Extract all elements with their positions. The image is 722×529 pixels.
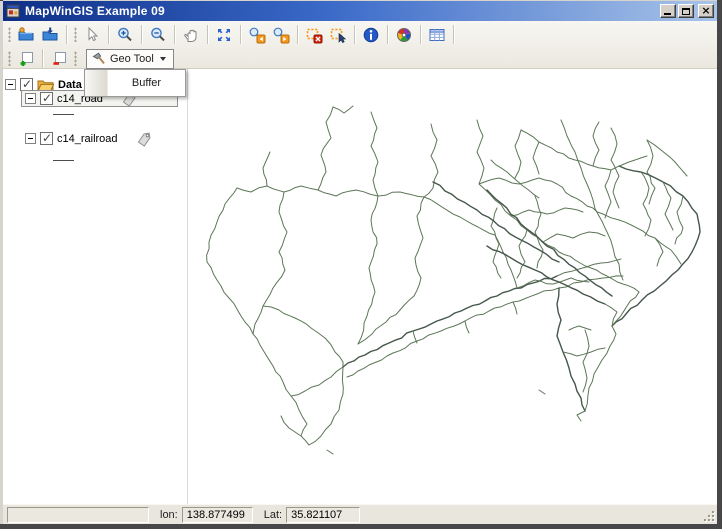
symbology-palette-icon [395, 26, 413, 44]
geo-tool-label: Geo Tool [110, 53, 154, 65]
menu-icon-gutter [85, 70, 108, 96]
status-panel [7, 507, 149, 523]
menu-item-buffer[interactable]: Buffer [108, 70, 185, 96]
geo-tool-dropdown-button[interactable]: Geo Tool [86, 49, 174, 69]
toolbar-separator [66, 25, 67, 44]
toolbar-separator [387, 25, 388, 44]
geo-tool-menu: Buffer [84, 69, 186, 97]
toolbar-grip[interactable] [74, 51, 77, 66]
zoom-previous-icon [248, 26, 266, 44]
zoom-out-button[interactable] [146, 23, 170, 46]
attribute-table-button[interactable] [425, 23, 449, 46]
window-frame: MapWinGIS Example 09 × [3, 1, 717, 524]
add-layer-icon [17, 50, 35, 68]
minus-icon [28, 98, 33, 99]
add-layer-button[interactable] [14, 47, 38, 70]
toolbar-separator [297, 25, 298, 44]
clear-selection-button[interactable] [302, 23, 326, 46]
hammer-icon [91, 51, 106, 66]
toolbar-separator [108, 25, 109, 44]
toolbar-separator [141, 25, 142, 44]
toolbar-separator [174, 25, 175, 44]
zoom-out-icon [149, 26, 167, 44]
layer-row-railroad[interactable]: ✓ c14_railroad [21, 130, 178, 147]
road-symbol-line [53, 114, 74, 115]
check-icon: ✓ [22, 77, 32, 91]
pan-button[interactable] [179, 23, 203, 46]
toolbar: Geo Tool [3, 21, 717, 69]
minus-icon [28, 138, 33, 139]
toolbar-grip[interactable] [8, 27, 11, 42]
map-svg [188, 69, 717, 504]
layer-checkbox[interactable]: ✓ [40, 92, 53, 105]
toolbar-separator [354, 25, 355, 44]
close-button[interactable]: × [698, 4, 714, 18]
identify-button[interactable] [359, 23, 383, 46]
check-icon: ✓ [42, 91, 52, 105]
tag-icon[interactable] [134, 129, 153, 148]
add-data-folder-icon [41, 26, 59, 44]
app-window: MapWinGIS Example 09 × [0, 0, 722, 529]
resize-grip[interactable] [702, 509, 715, 522]
lat-value-box: 35.821107 [286, 507, 360, 523]
lon-value-box: 138.877499 [182, 507, 253, 523]
toolbar-separator [207, 25, 208, 44]
pan-hand-icon [182, 26, 200, 44]
toolbar-grip[interactable] [74, 27, 77, 42]
zoom-next-button[interactable] [269, 23, 293, 46]
symbology-button[interactable] [392, 23, 416, 46]
add-data-button[interactable] [38, 23, 62, 46]
toolbar-separator [453, 25, 454, 44]
lon-label: lon: [160, 509, 178, 521]
zoom-in-icon [116, 26, 134, 44]
attribute-table-icon [428, 26, 446, 44]
expand-toggle[interactable] [25, 133, 36, 144]
remove-layer-button[interactable] [47, 47, 71, 70]
expand-toggle[interactable] [25, 93, 36, 104]
root-label[interactable]: Data [58, 79, 82, 91]
cursor-icon [83, 26, 101, 44]
select-features-icon [329, 26, 347, 44]
zoom-previous-button[interactable] [245, 23, 269, 46]
expand-toggle[interactable] [5, 79, 16, 90]
toolbar-separator [42, 49, 43, 68]
maximize-button[interactable] [678, 4, 694, 18]
check-icon: ✓ [42, 131, 52, 145]
titlebar[interactable]: MapWinGIS Example 09 × [3, 1, 717, 21]
zoom-next-icon [272, 26, 290, 44]
lat-label: Lat: [264, 509, 282, 521]
toolbar-separator [240, 25, 241, 44]
map-canvas[interactable] [188, 69, 717, 504]
legend-panel: ✓ Data ✓ c14_road ✓ c14_r [3, 69, 188, 504]
toolbar-separator [420, 25, 421, 44]
statusbar: lon: 138.877499 Lat: 35.821107 [3, 504, 717, 524]
window-title: MapWinGIS Example 09 [25, 4, 655, 18]
identify-info-icon [362, 26, 380, 44]
cursor-tool-button[interactable] [80, 23, 104, 46]
railroad-symbol-line [53, 160, 74, 161]
zoom-full-extent-icon [215, 26, 233, 44]
toolbar-grip[interactable] [8, 51, 11, 66]
minimize-button[interactable] [660, 4, 676, 18]
minimize-icon [664, 13, 671, 15]
remove-layer-icon [50, 50, 68, 68]
toolbar-row-2: Geo Tool [3, 48, 717, 69]
clear-selection-icon [305, 26, 323, 44]
app-icon [6, 4, 20, 18]
zoom-full-extent-button[interactable] [212, 23, 236, 46]
open-project-button[interactable] [14, 23, 38, 46]
maximize-icon [682, 8, 690, 15]
zoom-in-button[interactable] [113, 23, 137, 46]
open-project-icon [17, 26, 35, 44]
layer-checkbox[interactable]: ✓ [40, 132, 53, 145]
minus-icon [8, 84, 13, 85]
toolbar-row-1 [3, 21, 717, 48]
select-button[interactable] [326, 23, 350, 46]
chevron-down-icon [160, 57, 166, 61]
layer-label[interactable]: c14_railroad [57, 133, 118, 145]
